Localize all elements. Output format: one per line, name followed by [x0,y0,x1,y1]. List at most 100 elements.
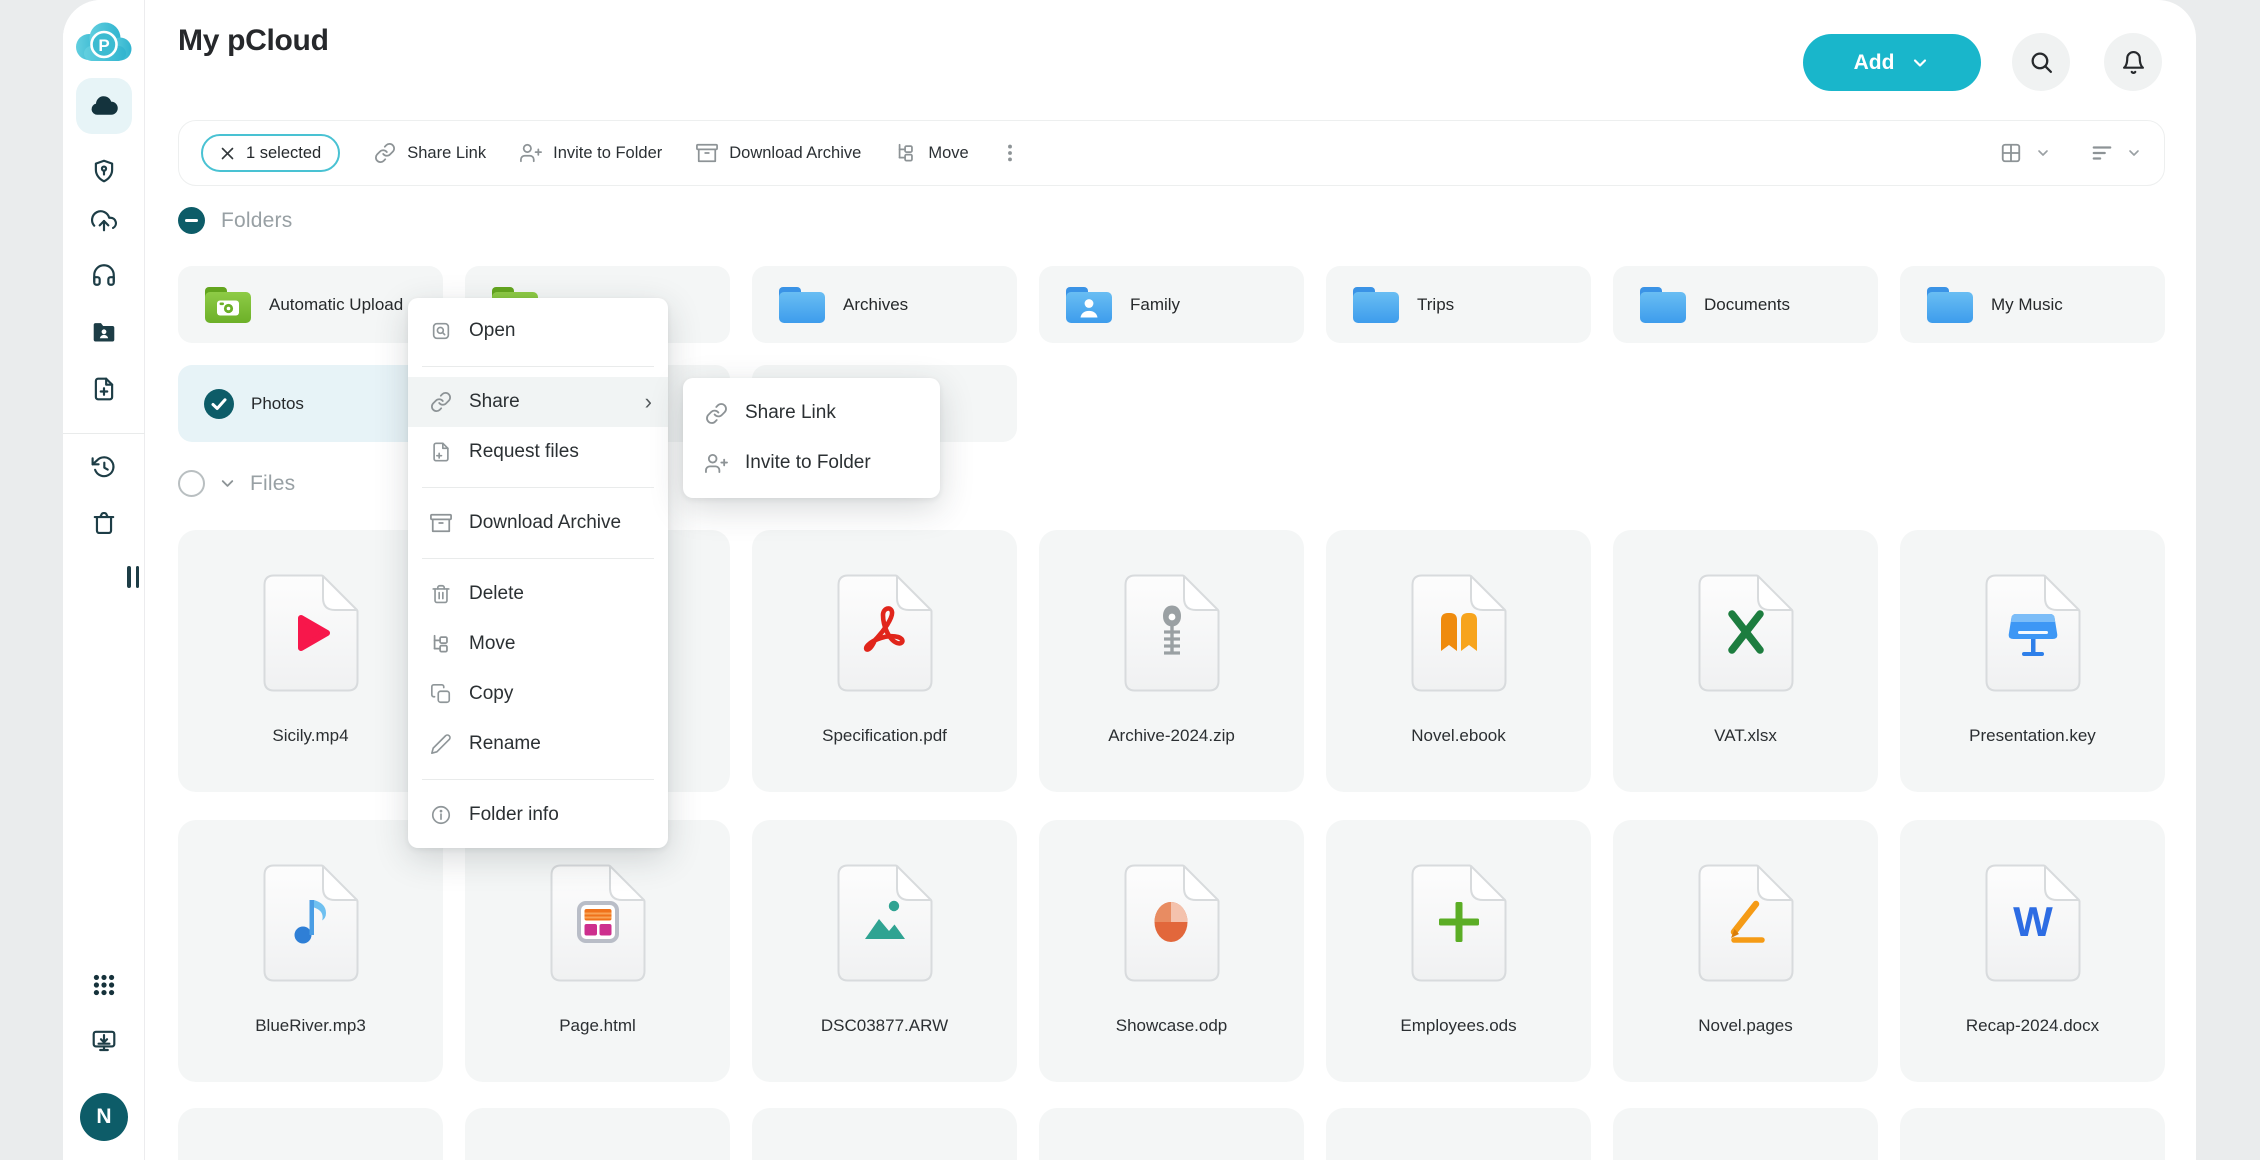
file-tile-employees-ods[interactable]: Employees.ods [1326,820,1591,1082]
move-action[interactable]: Move [895,142,968,164]
search-button[interactable] [2012,33,2070,91]
collapse-folders-button[interactable] [178,207,205,234]
notifications-button[interactable] [2104,33,2162,91]
sidebar-collapse-handle[interactable] [127,566,139,588]
file-tile-page-html[interactable]: Page.html [465,820,730,1082]
folder-name: Trips [1417,295,1454,315]
submenu-item-invite-to-folder[interactable]: Invite to Folder [683,438,940,488]
file-name: DSC03877.ARW [752,1016,1017,1036]
menu-item-delete[interactable]: Delete [408,569,668,619]
sidebar-item-shared[interactable] [91,319,117,345]
folder-name: Archives [843,295,908,315]
menu-item-rename[interactable]: Rename [408,719,668,769]
share-link-action[interactable]: Share Link [374,142,486,164]
sidebar-item-audio[interactable] [91,262,117,288]
pages-file-icon [1698,864,1794,982]
pcloud-logo-icon[interactable]: P [72,20,136,66]
submenu-item-share-link[interactable]: Share Link [683,388,940,438]
invite-to-folder-action[interactable]: Invite to Folder [520,142,662,164]
file-name: Novel.ebook [1326,726,1591,746]
menu-item-move[interactable]: Move [408,619,668,669]
folder-tile-my-music[interactable]: My Music [1900,266,2165,343]
sidebar-item-backup[interactable] [91,208,117,234]
file-name: Employees.ods [1326,1016,1591,1036]
menu-divider [422,366,654,367]
file-tile-partial[interactable] [178,1108,443,1160]
folder-tile-archives[interactable]: Archives [752,266,1017,343]
download-archive-label: Download Archive [729,144,861,163]
file-tile-recap-2024-docx[interactable]: W Recap-2024.docx [1900,820,2165,1082]
link-icon [374,142,396,164]
file-name: Page.html [465,1016,730,1036]
desktop-app-download-icon[interactable] [91,1028,117,1054]
chevron-down-icon[interactable] [2035,145,2051,161]
html-file-icon [550,864,646,982]
file-name: BlueRiver.mp3 [178,1016,443,1036]
menu-item-request-files[interactable]: Request files [408,427,668,477]
blue-folder-icon [1926,285,1974,325]
sidebar: P [63,0,145,1160]
menu-item-open[interactable]: Open [408,306,668,356]
link-icon [430,391,452,413]
user-avatar[interactable]: N [80,1093,128,1141]
blue-folder-icon [1352,285,1400,325]
file-tile-archive-2024-zip[interactable]: Archive-2024.zip [1039,530,1304,792]
menu-item-share[interactable]: Share › [408,377,668,427]
folder-tile-automatic-upload[interactable]: Automatic Upload [178,266,443,343]
selection-chip[interactable]: 1 selected [201,134,340,172]
chevron-down-icon[interactable] [2126,145,2142,161]
select-all-files-checkbox[interactable] [178,470,205,497]
file-tile-partial[interactable] [1613,1108,1878,1160]
folder-name: Photos [251,394,304,414]
apps-grid-icon[interactable] [91,972,117,998]
folder-name: Automatic Upload [269,295,403,315]
file-tile-partial[interactable] [1326,1108,1591,1160]
menu-item-copy[interactable]: Copy [408,669,668,719]
folder-tile-photos-selected[interactable]: Photos [178,365,443,442]
file-tile-blueriver-mp3[interactable]: BlueRiver.mp3 [178,820,443,1082]
app-window: P [63,0,2196,1160]
folder-tile-trips[interactable]: Trips [1326,266,1591,343]
selection-toolbar: 1 selected Share Link Invite to Folder D… [178,120,2165,186]
file-tile-showcase-odp[interactable]: Showcase.odp [1039,820,1304,1082]
file-tile-novel-pages[interactable]: Novel.pages [1613,820,1878,1082]
add-button[interactable]: Add [1803,34,1981,91]
file-tile-vat-xlsx[interactable]: VAT.xlsx [1613,530,1878,792]
cloud-icon [89,91,119,121]
submenu-item-label: Invite to Folder [745,452,871,474]
file-tile-specification-pdf[interactable]: Specification.pdf [752,530,1017,792]
grid-view-button[interactable] [2000,142,2022,164]
selection-count: 1 selected [246,144,321,163]
sidebar-item-trash[interactable] [91,510,117,536]
file-name: Showcase.odp [1039,1016,1304,1036]
file-tile-dsc03877-arw[interactable]: DSC03877.ARW [752,820,1017,1082]
file-tile-novel-ebook[interactable]: Novel.ebook [1326,530,1591,792]
info-icon [430,804,452,826]
file-tile-sicily-mp4[interactable]: Sicily.mp4 [178,530,443,792]
selected-check-icon[interactable] [204,389,234,419]
file-name: Novel.pages [1613,1016,1878,1036]
file-name: Specification.pdf [752,726,1017,746]
sort-button[interactable] [2091,142,2113,164]
file-tile-partial[interactable] [1900,1108,2165,1160]
file-tile-presentation-key[interactable]: Presentation.key [1900,530,2165,792]
sidebar-item-file-requests[interactable] [91,376,117,402]
download-archive-action[interactable]: Download Archive [696,142,861,164]
submenu-arrow-icon: › [645,389,652,415]
file-tile-partial[interactable] [1039,1108,1304,1160]
menu-item-download-archive[interactable]: Download Archive [408,498,668,548]
menu-item-label: Download Archive [469,512,621,534]
menu-item-folder-info[interactable]: Folder info [408,790,668,840]
folder-tile-documents[interactable]: Documents [1613,266,1878,343]
folder-tile-family[interactable]: Family [1039,266,1304,343]
chevron-down-icon[interactable] [218,474,237,493]
sidebar-item-rewind[interactable] [91,454,117,480]
file-tile-partial[interactable] [752,1108,1017,1160]
menu-divider [422,779,654,780]
sidebar-item-crypto[interactable] [91,158,117,184]
sidebar-item-my-pcloud[interactable] [76,78,132,134]
user-plus-icon [705,452,728,475]
more-actions-button[interactable] [999,142,1021,164]
file-tile-partial[interactable] [465,1108,730,1160]
sidebar-divider [63,433,145,434]
